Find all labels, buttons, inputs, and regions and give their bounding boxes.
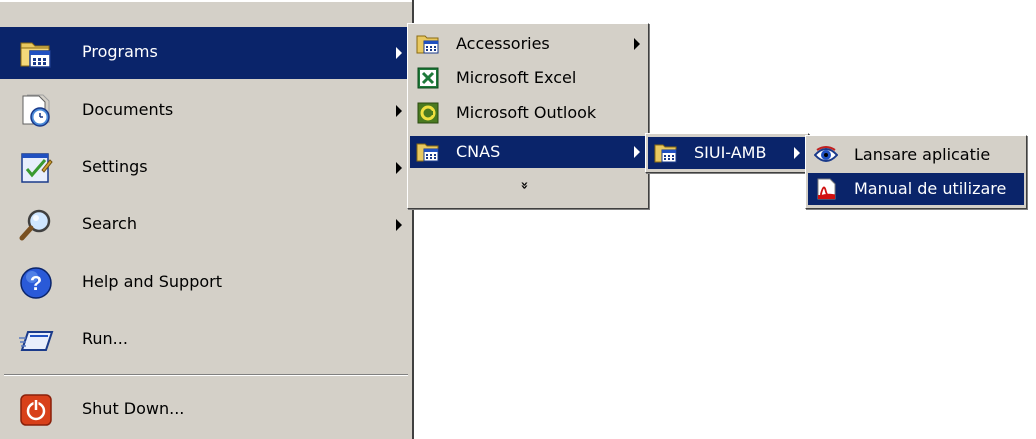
start-item-label: Search: [82, 214, 137, 233]
siui-amb-submenu: Lansare aplicatie Manual de utilizare: [805, 135, 1027, 209]
menu-item-label: Microsoft Excel: [456, 68, 577, 87]
menu-item-outlook[interactable]: Microsoft Outlook: [410, 97, 646, 129]
programs-submenu: Accessories Microsoft Excel Microsoft Ou…: [407, 23, 649, 209]
start-item-label: Programs: [82, 42, 158, 61]
start-item-settings[interactable]: Settings: [0, 142, 410, 194]
program-group-icon: [654, 142, 678, 164]
shutdown-icon: [18, 392, 54, 428]
cnas-submenu: SIUI-AMB: [645, 133, 809, 173]
menu-item-siui-amb[interactable]: SIUI-AMB: [648, 137, 806, 169]
menu-item-label: CNAS: [456, 142, 501, 161]
menu-item-cnas[interactable]: CNAS: [410, 136, 646, 168]
start-item-label: Shut Down...: [82, 399, 185, 418]
excel-icon: [416, 67, 440, 89]
menu-item-label: Lansare aplicatie: [854, 145, 991, 164]
menu-item-label: Manual de utilizare: [854, 179, 1007, 198]
expand-menu-button[interactable]: »: [410, 172, 646, 204]
submenu-arrow-icon: [396, 162, 402, 174]
menu-item-label: SIUI-AMB: [694, 143, 767, 162]
menu-item-label: Accessories: [456, 34, 550, 53]
start-item-programs[interactable]: Programs: [0, 27, 410, 79]
submenu-arrow-icon: [396, 105, 402, 117]
start-item-shutdown[interactable]: Shut Down...: [0, 384, 410, 436]
menu-item-lansare-aplicatie[interactable]: Lansare aplicatie: [808, 139, 1024, 171]
menu-item-manual-de-utilizare[interactable]: Manual de utilizare: [808, 173, 1024, 205]
chevron-down-icon: »: [516, 181, 532, 190]
start-menu: Programs Documents Settings Search ? Hel…: [0, 0, 414, 439]
start-item-documents[interactable]: Documents: [0, 85, 410, 137]
help-icon: ?: [18, 265, 54, 301]
program-group-icon: [416, 141, 440, 163]
submenu-arrow-icon: [396, 219, 402, 231]
menu-item-label: Microsoft Outlook: [456, 103, 597, 122]
start-item-label: Settings: [82, 157, 148, 176]
submenu-arrow-icon: [396, 47, 402, 59]
submenu-arrow-icon: [634, 146, 640, 158]
start-item-search[interactable]: Search: [0, 199, 410, 251]
menu-divider: [4, 374, 408, 376]
outlook-icon: [416, 102, 440, 124]
desktop: Programs Documents Settings Search ? Hel…: [0, 0, 1036, 439]
start-item-label: Run...: [82, 329, 128, 348]
program-group-icon: [416, 33, 440, 55]
start-item-help[interactable]: ? Help and Support: [0, 257, 410, 309]
programs-folder-icon: [18, 35, 54, 71]
menu-item-excel[interactable]: Microsoft Excel: [410, 62, 646, 94]
search-icon: [18, 207, 54, 243]
documents-icon: [18, 93, 54, 129]
submenu-arrow-icon: [794, 147, 800, 159]
start-item-run[interactable]: Run...: [0, 314, 410, 366]
submenu-arrow-icon: [634, 38, 640, 50]
run-icon: [18, 322, 54, 358]
settings-icon: [18, 150, 54, 186]
app-eye-icon: [813, 144, 839, 166]
start-item-label: Help and Support: [82, 272, 222, 291]
menu-item-accessories[interactable]: Accessories: [410, 28, 646, 60]
pdf-icon: [814, 178, 838, 200]
svg-text:?: ?: [30, 273, 42, 295]
start-item-label: Documents: [82, 100, 174, 119]
